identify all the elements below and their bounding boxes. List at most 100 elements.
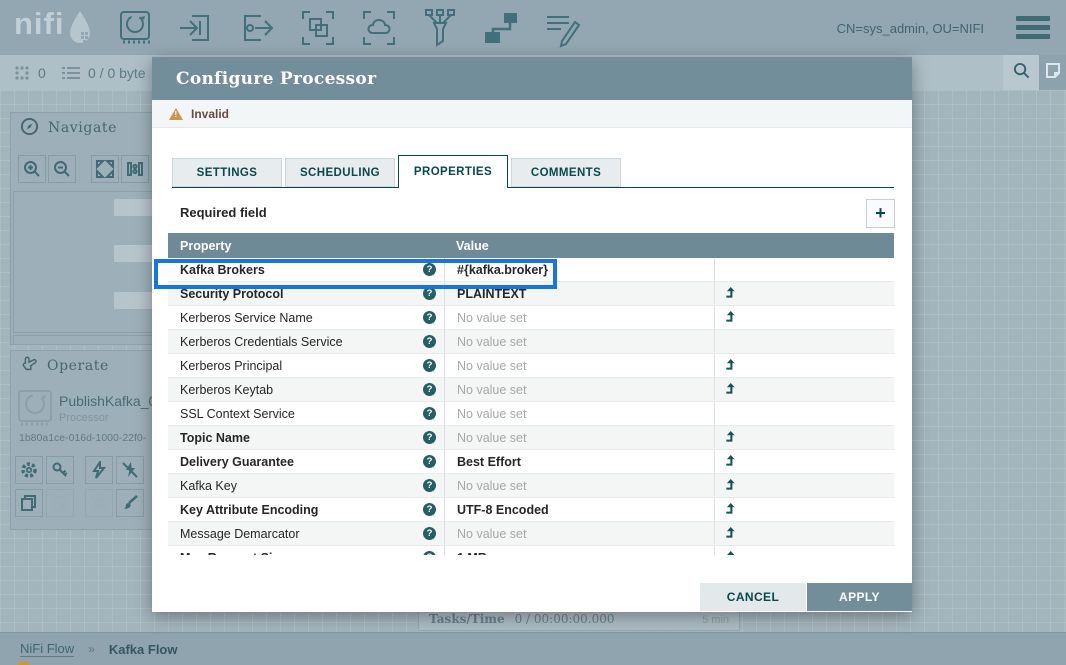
property-row-max-request-size[interactable]: Max Request Size? 1 MB	[168, 546, 894, 555]
add-property-button[interactable]: +	[866, 199, 895, 228]
property-row-ssl-context-service[interactable]: SSL Context Service? No value set	[168, 402, 894, 426]
remote-process-group-icon[interactable]	[359, 7, 399, 49]
tasks-time-label: Tasks/Time	[429, 612, 505, 626]
property-value: Best Effort	[457, 454, 521, 469]
property-name: Kafka Brokers	[180, 262, 265, 277]
access-policies-button[interactable]	[46, 456, 74, 484]
processor-icon[interactable]	[115, 7, 155, 49]
toolbar: nifi CN=sys_admin, OU=NIFI	[0, 0, 1066, 55]
column-property: Property	[180, 238, 232, 253]
property-name: Message Demarcator	[180, 526, 300, 541]
dialog-tabs: SETTINGS SCHEDULING PROPERTIES COMMENTS	[172, 155, 894, 188]
help-icon[interactable]: ?	[423, 287, 436, 300]
property-name: Kerberos Principal	[180, 358, 283, 373]
selected-component-type: Processor	[59, 412, 109, 424]
level-up-icon	[724, 431, 736, 444]
tab-properties[interactable]: PROPERTIES	[398, 155, 508, 188]
configure-processor-dialog: Configure Processor Invalid SETTINGS SCH…	[152, 57, 912, 612]
help-icon[interactable]: ?	[423, 263, 436, 276]
label-icon[interactable]	[542, 7, 582, 49]
property-value: #{kafka.broker}	[457, 262, 549, 277]
search-button[interactable]	[1003, 55, 1039, 90]
configure-button[interactable]	[15, 456, 43, 484]
property-value: No value set	[457, 406, 527, 421]
zoom-in-button[interactable]	[18, 155, 46, 183]
help-icon[interactable]: ?	[423, 479, 436, 492]
stop-button[interactable]	[116, 456, 144, 484]
property-name: Topic Name	[180, 430, 250, 445]
property-row-kerberos-service-name[interactable]: Kerberos Service Name? No value set	[168, 306, 894, 330]
breadcrumb-separator: »	[88, 642, 95, 656]
bulletin-board-button[interactable]	[1039, 55, 1066, 90]
property-row-topic-name[interactable]: Topic Name? No value set	[168, 426, 894, 450]
level-up-icon	[724, 503, 736, 516]
component-toolbar	[115, 7, 603, 49]
copy-button[interactable]	[15, 489, 43, 517]
property-row-kafka-brokers[interactable]: Kafka Brokers? #{kafka.broker}	[168, 258, 894, 282]
group-button[interactable]	[85, 489, 113, 517]
selected-component-id: 1b80a1ce-016d-1000-22f0-	[19, 432, 147, 444]
property-row-security-protocol[interactable]: Security Protocol? PLAINTEXT	[168, 282, 894, 306]
paste-button[interactable]	[46, 489, 74, 517]
help-icon[interactable]: ?	[423, 431, 436, 444]
input-port-icon[interactable]	[176, 7, 216, 49]
warning-dot-clipped	[18, 661, 29, 665]
help-icon[interactable]: ?	[423, 359, 436, 372]
property-value: No value set	[457, 382, 527, 397]
note-icon	[1045, 62, 1060, 83]
operate-title: Operate	[47, 358, 109, 374]
output-port-icon[interactable]	[237, 7, 277, 49]
breadcrumb: NiFi Flow » Kafka Flow	[0, 632, 1066, 665]
property-value: No value set	[457, 526, 527, 541]
level-up-icon	[724, 383, 736, 396]
property-row-kerberos-credentials-service[interactable]: Kerberos Credentials Service? No value s…	[168, 330, 894, 354]
help-icon[interactable]: ?	[423, 407, 436, 420]
help-icon[interactable]: ?	[423, 527, 436, 540]
property-row-kafka-key[interactable]: Kafka Key? No value set	[168, 474, 894, 498]
required-field-label: Required field	[180, 205, 267, 220]
property-row-kerberos-keytab[interactable]: Kerberos Keytab? No value set	[168, 378, 894, 402]
funnel-icon[interactable]	[420, 7, 460, 49]
cancel-button[interactable]: CANCEL	[700, 583, 806, 611]
tab-settings[interactable]: SETTINGS	[172, 158, 282, 187]
current-user: CN=sys_admin, OU=NIFI	[836, 21, 984, 36]
process-group-icon[interactable]	[298, 7, 338, 49]
level-up-icon	[724, 551, 736, 555]
zoom-out-button[interactable]	[48, 155, 76, 183]
color-button[interactable]	[116, 489, 144, 517]
property-name: Security Protocol	[180, 286, 284, 301]
breadcrumb-root-link[interactable]: NiFi Flow	[20, 641, 75, 657]
help-icon[interactable]: ?	[423, 551, 436, 555]
hand-icon	[20, 355, 38, 377]
global-menu-icon[interactable]	[1016, 16, 1050, 43]
apply-button[interactable]: APPLY	[807, 583, 912, 611]
help-icon[interactable]: ?	[423, 335, 436, 348]
stats-window: 5 min	[702, 614, 729, 626]
help-icon[interactable]: ?	[423, 311, 436, 324]
help-icon[interactable]: ?	[423, 455, 436, 468]
property-row-key-attribute-encoding[interactable]: Key Attribute Encoding? UTF-8 Encoded	[168, 498, 894, 522]
tab-comments[interactable]: COMMENTS	[511, 158, 621, 187]
help-icon[interactable]: ?	[423, 503, 436, 516]
compass-icon	[20, 117, 39, 140]
processor-stamp-icon	[17, 389, 53, 432]
property-value: PLAINTEXT	[457, 286, 527, 301]
zoom-fit-button[interactable]	[91, 155, 119, 183]
property-value: No value set	[457, 334, 527, 349]
property-row-kerberos-principal[interactable]: Kerberos Principal? No value set	[168, 354, 894, 378]
property-row-message-demarcator[interactable]: Message Demarcator? No value set	[168, 522, 894, 546]
validation-status: Invalid	[191, 106, 230, 121]
level-up-icon	[724, 527, 736, 540]
property-row-delivery-guarantee[interactable]: Delivery Guarantee? Best Effort	[168, 450, 894, 474]
level-up-icon	[724, 455, 736, 468]
tab-scheduling[interactable]: SCHEDULING	[285, 158, 395, 187]
property-name: SSL Context Service	[180, 406, 295, 421]
search-icon	[1013, 62, 1030, 84]
navigate-title: Navigate	[48, 120, 118, 136]
help-icon[interactable]: ?	[423, 383, 436, 396]
property-name: Kafka Key	[180, 478, 237, 493]
start-button[interactable]	[85, 456, 113, 484]
level-up-icon	[724, 359, 736, 372]
template-icon[interactable]	[481, 7, 521, 49]
zoom-actual-size-button[interactable]	[121, 155, 149, 183]
